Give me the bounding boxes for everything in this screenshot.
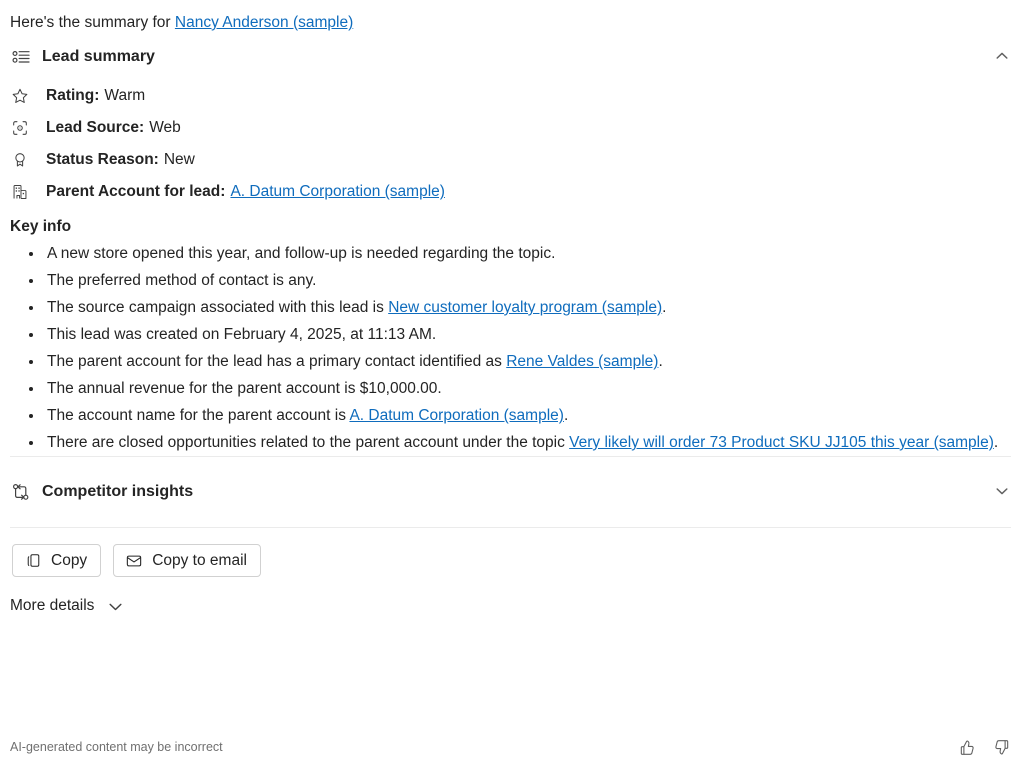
key-info-item: The account name for the parent account … (44, 402, 1025, 429)
lead-attributes: Rating: Warm Lead Source: Web Status Rea… (0, 78, 1025, 208)
key-info-item: A new store opened this year, and follow… (44, 240, 1025, 267)
key-info-title: Key info (10, 218, 72, 235)
intro-line: Here's the summary for Nancy Anderson (s… (0, 0, 1025, 34)
attribute-row-rating: Rating: Warm (10, 80, 1015, 112)
copy-icon (24, 552, 42, 570)
thumbs-up-icon[interactable] (957, 737, 977, 757)
building-icon (10, 182, 30, 202)
target-icon (10, 118, 30, 138)
star-icon (10, 86, 30, 106)
key-info-text: . (993, 434, 999, 451)
more-details-toggle[interactable]: More details (0, 577, 124, 615)
key-info-link[interactable]: A. Datum Corporation (sample) (349, 407, 564, 424)
attribute-row-parent-account: Parent Account for lead: A. Datum Corpor… (10, 176, 1015, 208)
key-info-link[interactable]: Very likely will order 73 Product SKU JJ… (569, 434, 994, 451)
key-info-text: This lead was created on February 4, 202… (47, 326, 437, 343)
competitor-insights-header[interactable]: Competitor insights (0, 469, 1025, 513)
lead-summary-card: Here's the summary for Nancy Anderson (s… (0, 0, 1025, 765)
key-info-item: The preferred method of contact is any. (44, 267, 1025, 294)
copy-to-email-button[interactable]: Copy to email (113, 544, 261, 577)
ribbon-icon (10, 150, 30, 170)
attribute-label: Rating: (46, 87, 100, 104)
key-info-list: A new store opened this year, and follow… (0, 240, 1025, 456)
key-info-item: There are closed opportunities related t… (44, 429, 1025, 456)
intro-prefix: Here's the summary for (10, 14, 175, 31)
lead-summary-header[interactable]: Lead summary (0, 34, 1025, 78)
copy-button-label: Copy (51, 551, 88, 569)
competitor-insights-section: Competitor insights (0, 457, 1025, 527)
lead-summary-title: Lead summary (42, 48, 155, 65)
key-info-link[interactable]: New customer loyalty program (sample) (388, 299, 662, 316)
chevron-down-icon[interactable] (993, 482, 1011, 500)
key-info-item: The annual revenue for the parent accoun… (44, 375, 1025, 402)
key-info-text: . (658, 353, 663, 370)
attribute-label: Lead Source: (46, 119, 145, 136)
attribute-label: Status Reason: (46, 151, 159, 168)
copy-button[interactable]: Copy (12, 544, 102, 577)
ai-disclaimer: AI-generated content may be incorrect (10, 740, 223, 754)
attribute-row-status-reason: Status Reason: New (10, 144, 1015, 176)
attribute-row-lead-source: Lead Source: Web (10, 112, 1015, 144)
copy-to-email-button-label: Copy to email (152, 551, 247, 569)
competitor-insights-title: Competitor insights (42, 483, 194, 500)
action-buttons: Copy Copy to email (0, 528, 1025, 577)
compare-branch-icon (10, 481, 32, 503)
key-info-text: There are closed opportunities related t… (47, 434, 570, 451)
key-info-text: A new store opened this year, and follow… (47, 245, 556, 262)
parent-account-link[interactable]: A. Datum Corporation (sample) (230, 181, 445, 203)
key-info-item: The parent account for the lead has a pr… (44, 348, 1025, 375)
key-info-item: The source campaign associated with this… (44, 294, 1025, 321)
envelope-icon (125, 552, 143, 570)
key-info-text: The account name for the parent account … (47, 407, 350, 424)
key-info-link[interactable]: Rene Valdes (sample) (506, 353, 658, 370)
attribute-value: New (163, 151, 195, 168)
key-info-text: The annual revenue for the parent accoun… (47, 380, 442, 397)
key-info-text: . (662, 299, 667, 316)
key-info-text: The source campaign associated with this… (47, 299, 389, 316)
thumbs-down-icon[interactable] (991, 737, 1011, 757)
lead-record-link[interactable]: Nancy Anderson (sample) (175, 14, 353, 31)
list-summary-icon (10, 46, 32, 68)
chevron-down-icon[interactable] (106, 597, 124, 615)
attribute-label: Parent Account for lead: (46, 183, 226, 200)
chevron-up-icon[interactable] (993, 47, 1011, 65)
key-info-text: . (563, 407, 569, 424)
feedback-controls (957, 737, 1011, 757)
key-info-text: The parent account for the lead has a pr… (47, 353, 507, 370)
footer-bar: AI-generated content may be incorrect (0, 737, 1025, 757)
attribute-value: Web (149, 119, 181, 136)
key-info-text: The preferred method of contact is any. (47, 272, 317, 289)
attribute-value: Warm (104, 87, 146, 104)
more-details-label: More details (10, 597, 95, 614)
key-info-item: This lead was created on February 4, 202… (44, 321, 1025, 348)
